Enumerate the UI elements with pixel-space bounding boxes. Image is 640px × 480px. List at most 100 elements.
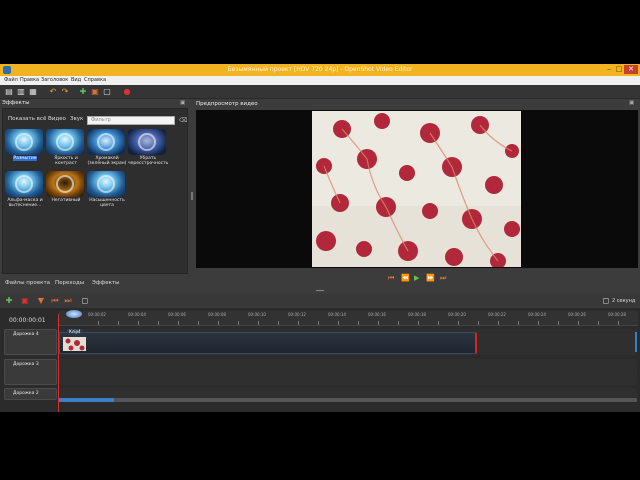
effect-thumbnail	[87, 171, 125, 197]
window-title: Безымянный проект [HDV 720 24p] - OpenSh…	[227, 66, 413, 73]
effect-label: Насыщенность цвета	[89, 198, 125, 208]
ruler-label: 00:00:18	[408, 312, 426, 317]
fast-forward-icon[interactable]: ⏩	[426, 274, 435, 282]
preview-panel-float-icon[interactable]: ▣	[629, 99, 637, 108]
fullscreen-icon[interactable]: ▢	[102, 87, 112, 97]
maximize-button[interactable]: □	[614, 65, 624, 74]
effect-item[interactable]: Размытие	[5, 129, 45, 161]
timeline-vscroll-thumb[interactable]	[635, 332, 637, 352]
effect-label: Убрать чересстрочность	[128, 156, 169, 166]
effect-item[interactable]: Хромакей (зелёный экран)	[87, 129, 127, 166]
import-files-icon[interactable]: ✚	[78, 87, 88, 97]
track-header[interactable]: Дорожка 2	[4, 388, 57, 400]
timeline-scrollbar-thumb[interactable]	[59, 398, 114, 402]
effects-tab-audio[interactable]: Звук	[70, 116, 83, 122]
menu-bar: Файл Правка Заголовок Вид Справка	[0, 76, 640, 85]
splitter-handle[interactable]	[191, 192, 193, 200]
minimize-button[interactable]: –	[604, 65, 614, 74]
effect-item[interactable]: Альфа-маска и вытеснениe...	[5, 171, 45, 208]
effect-thumbnail	[5, 129, 43, 155]
effect-label: Хромакей (зелёный экран)	[87, 156, 127, 166]
timecode-display: 00:00:00:01	[9, 317, 46, 324]
tab-transitions[interactable]: Переходы	[55, 280, 84, 286]
track-lane[interactable]	[59, 359, 637, 385]
timeline-toolbar: ✚ ▣ ▼ ⏮ ⏭ ◻ ◻ 2 секунд	[0, 294, 640, 308]
next-marker-icon[interactable]: ⏭	[63, 296, 73, 306]
openshot-window: Безымянный проект [HDV 720 24p] - OpenSh…	[0, 64, 640, 412]
ruler-label: 00:00:04	[128, 312, 146, 317]
playhead-marker-icon[interactable]	[66, 310, 82, 318]
effects-tab-video[interactable]: Видео	[48, 116, 66, 122]
video-letterbox-top	[0, 0, 640, 64]
previous-marker-icon[interactable]: ⏮	[50, 296, 60, 306]
ruler-label: 00:00:10	[248, 312, 266, 317]
effect-thumbnail	[46, 171, 84, 197]
filter-clear-icon[interactable]: ⌫	[179, 116, 187, 125]
zoom-checkbox[interactable]: ◻	[601, 296, 611, 306]
ruler-label: 00:00:02	[88, 312, 106, 317]
timeline-scrollbar[interactable]	[59, 398, 637, 402]
clip-label: Клip4	[67, 329, 83, 334]
tab-effects[interactable]: Эффекты	[92, 280, 120, 286]
rewind-icon[interactable]: ⏪	[401, 274, 410, 282]
close-button[interactable]: ✕	[624, 65, 638, 74]
preview-panel-title: Предпросмотр видео	[196, 101, 258, 107]
ruler-label: 00:00:12	[288, 312, 306, 317]
add-marker-icon[interactable]: ▼	[36, 296, 46, 306]
new-project-icon[interactable]: ▤	[4, 87, 14, 97]
ruler-label: 00:00:06	[168, 312, 186, 317]
timeline-ruler[interactable]: 00:00:02 00:00:04 00:00:06 00:00:08 00:0…	[58, 311, 638, 326]
zoom-label: 2 секунд	[612, 298, 636, 304]
add-track-icon[interactable]: ✚	[4, 296, 14, 306]
ruler-label: 00:00:24	[528, 312, 546, 317]
center-playhead-icon[interactable]: ◻	[80, 296, 90, 306]
track-header[interactable]: Дорожка 3	[4, 359, 57, 385]
menu-help[interactable]: Справка	[84, 77, 106, 83]
track-lane[interactable]	[59, 388, 637, 398]
redo-icon[interactable]: ↷	[60, 87, 70, 97]
effect-label: Альфа-маска и вытеснениe...	[7, 198, 43, 208]
track-label: Дорожка 3	[13, 362, 39, 367]
effect-item[interactable]: Насыщенность цвета	[87, 171, 127, 208]
floral-fabric-image	[312, 111, 521, 267]
title-bar: Безымянный проект [HDV 720 24p] - OpenSh…	[0, 64, 640, 76]
effect-label: Негативный	[51, 198, 81, 203]
menu-view[interactable]: Вид	[71, 77, 81, 83]
menu-title[interactable]: Заголовок	[41, 77, 68, 83]
effects-tab-all[interactable]: Показать всё	[8, 116, 46, 122]
effect-item[interactable]: Яркость и контраст	[46, 129, 86, 166]
effect-item[interactable]: Убрать чересстрочность	[128, 129, 168, 166]
jump-end-icon[interactable]: ⏭	[440, 274, 446, 283]
video-frame-image	[312, 111, 521, 267]
effects-panel: Показать всё Видео Звук Фильтр ⌫ Размыти…	[2, 108, 188, 274]
effect-thumbnail	[87, 129, 125, 155]
ruler-label: 00:00:20	[448, 312, 466, 317]
track-header[interactable]: Дорожка 4	[4, 329, 57, 355]
effects-panel-float-icon[interactable]: ▣	[180, 99, 188, 108]
menu-file[interactable]: Файл	[4, 77, 18, 83]
open-project-icon[interactable]: ▥	[16, 87, 26, 97]
save-project-icon[interactable]: ▦	[28, 87, 38, 97]
effect-label: Размытие	[13, 156, 37, 161]
panel-splitter-handle[interactable]	[316, 290, 324, 291]
timeline-clip[interactable]	[59, 332, 477, 354]
ruler-label: 00:00:28	[608, 312, 626, 317]
jump-start-icon[interactable]: ⏮	[388, 274, 394, 283]
effect-thumbnail	[46, 129, 84, 155]
effects-filter-input[interactable]: Фильтр	[87, 116, 175, 125]
clip-thumbnail	[63, 337, 86, 351]
undo-icon[interactable]: ↶	[48, 87, 58, 97]
ruler-label: 00:00:16	[368, 312, 386, 317]
effect-item[interactable]: Негативный	[46, 171, 86, 203]
play-icon[interactable]: ▶	[414, 274, 419, 282]
tab-project-files[interactable]: Файлы проекта	[5, 280, 50, 286]
menu-edit[interactable]: Правка	[20, 77, 39, 83]
export-video-icon[interactable]: ●	[122, 87, 132, 97]
effect-label: Яркость и контраст	[54, 156, 78, 166]
choose-profile-icon[interactable]: ▣	[90, 87, 100, 97]
effect-thumbnail	[128, 129, 166, 155]
ruler-label: 00:00:08	[208, 312, 226, 317]
track-label: Дорожка 2	[13, 391, 39, 396]
ruler-label: 00:00:14	[328, 312, 346, 317]
snap-icon[interactable]: ▣	[20, 296, 30, 306]
